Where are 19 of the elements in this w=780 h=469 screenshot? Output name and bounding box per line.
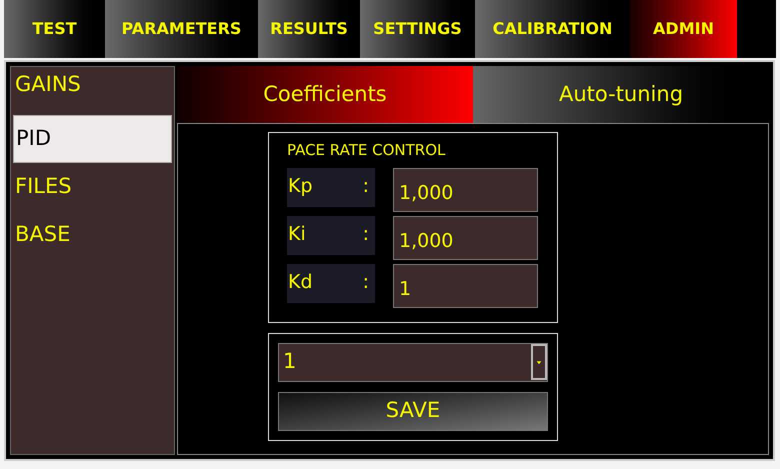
sub-tab[interactable]: Coefficients bbox=[177, 66, 473, 123]
input-field[interactable]: 1,000 bbox=[393, 216, 538, 260]
label-colon: : bbox=[362, 270, 369, 294]
label-colon: : bbox=[362, 174, 369, 198]
sidebar-item[interactable]: GAINS bbox=[13, 67, 172, 115]
dropdown-value: 1 bbox=[283, 348, 296, 376]
sidebar-item[interactable]: BASE bbox=[13, 211, 172, 259]
label-text: Kp bbox=[288, 174, 313, 198]
save-button[interactable]: SAVE bbox=[278, 392, 548, 430]
dropdown[interactable]: 1 bbox=[278, 342, 548, 382]
input-field[interactable]: 1,000 bbox=[393, 168, 538, 212]
label-colon: : bbox=[362, 222, 369, 246]
input-field[interactable]: 1 bbox=[393, 264, 538, 308]
group-title: PACE RATE CONTROL bbox=[287, 140, 446, 161]
label-text: Kd bbox=[288, 270, 313, 294]
top-tab[interactable]: ADMIN bbox=[630, 0, 737, 58]
label-text: Ki bbox=[288, 222, 306, 246]
sidebar-item[interactable]: PID bbox=[13, 115, 172, 163]
sidebar-item[interactable]: FILES bbox=[13, 163, 172, 211]
